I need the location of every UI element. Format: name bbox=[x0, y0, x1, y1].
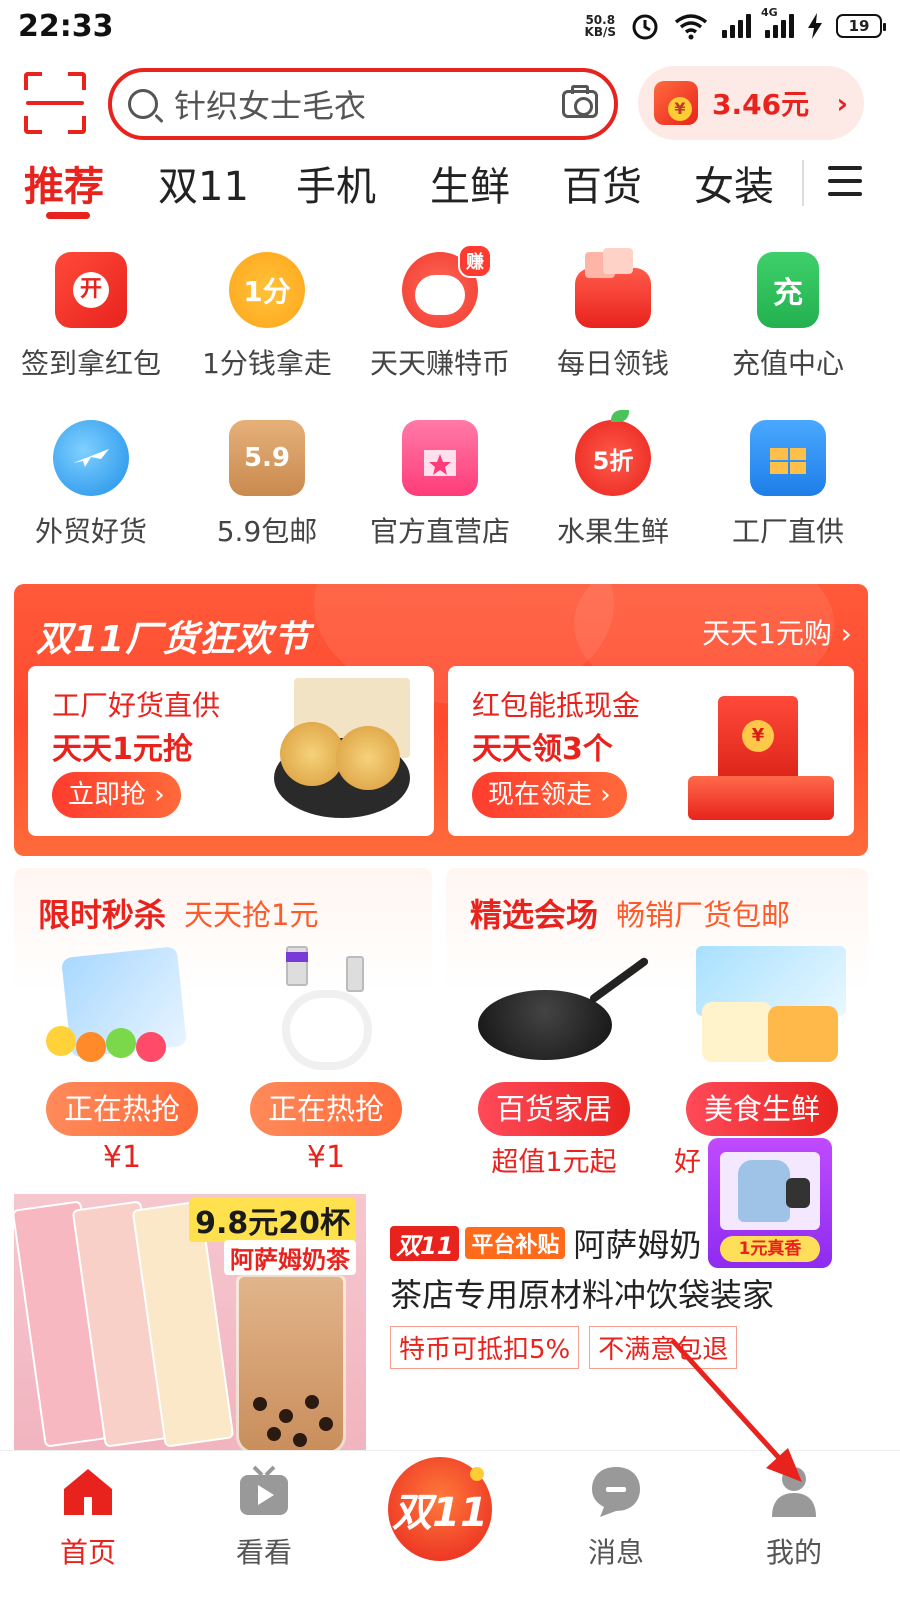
double11-banner[interactable]: 双11厂货狂欢节 天天1元购 › 工厂好货直供 天天1元抢 立即抢 › 红包能抵… bbox=[14, 584, 868, 856]
tab-phones[interactable]: 手机 bbox=[296, 154, 376, 212]
search-row: 针织女士毛衣 3.46元 › bbox=[0, 64, 900, 142]
flash-item-cable[interactable]: 正在热抢 ¥1 bbox=[228, 946, 424, 1175]
tab-recommend[interactable]: 推荐 bbox=[24, 154, 104, 212]
quick-item-daily-cash[interactable]: 每日领钱 bbox=[525, 248, 701, 382]
double11-center-button[interactable]: 双11 bbox=[388, 1457, 492, 1561]
claim-now-button[interactable]: 现在领走 › bbox=[472, 772, 627, 818]
floating-promo-label: 1元真香 bbox=[720, 1236, 820, 1262]
item-price: ¥1 bbox=[306, 1140, 346, 1175]
quick-item-5-9-shipping[interactable]: 5.9 5.9包邮 bbox=[179, 420, 355, 550]
nav-watch[interactable]: 看看 bbox=[204, 1463, 324, 1571]
quick-item-foreign-trade[interactable]: 外贸好货 bbox=[3, 420, 179, 550]
banner-more-link[interactable]: 天天1元购 › bbox=[702, 612, 852, 652]
clock: 22:33 bbox=[18, 8, 114, 44]
tv-play-icon bbox=[236, 1463, 292, 1519]
hot-grab-pill: 正在热抢 bbox=[45, 1082, 198, 1136]
tab-womens[interactable]: 女装 bbox=[694, 154, 774, 212]
milk-tea-product-image: 9.8元20杯 阿萨姆奶茶 bbox=[14, 1194, 366, 1456]
alarm-icon bbox=[632, 14, 658, 40]
coin-wallet-icon bbox=[654, 81, 698, 125]
promo-price-label: 9.8元20杯 bbox=[189, 1198, 356, 1242]
flash-sale-card[interactable]: 限时秒杀 天天抢1元 正在热抢 ¥1 正在热抢 ¥1 bbox=[14, 868, 432, 1180]
signal-4g-icon: 4G bbox=[761, 6, 794, 38]
wok-product-image bbox=[474, 946, 650, 1076]
category-pill: 美食生鲜 bbox=[685, 1082, 838, 1136]
hot-grab-pill: 正在热抢 bbox=[249, 1082, 402, 1136]
tab-general-goods[interactable]: 百货 bbox=[562, 154, 642, 212]
phone-recharge-icon: 充 bbox=[757, 252, 819, 328]
scan-icon[interactable] bbox=[24, 72, 86, 134]
signal-bars-icon bbox=[722, 14, 751, 38]
coin-balance-button[interactable]: 3.46元 › bbox=[638, 66, 864, 140]
category-pill: 百货家居 bbox=[477, 1082, 630, 1136]
menu-icon[interactable] bbox=[828, 166, 862, 198]
banner-card-factory[interactable]: 工厂好货直供 天天1元抢 立即抢 › bbox=[28, 666, 434, 836]
parcel-box-icon: 5.9 bbox=[229, 420, 305, 496]
benefit-tag: 特币可抵扣5% bbox=[390, 1326, 580, 1369]
promo-product-label: 阿萨姆奶茶 bbox=[224, 1240, 356, 1275]
network-speed: 50.8 KB/S bbox=[584, 13, 616, 39]
quick-item-earn-coins[interactable]: 赚 天天赚特币 bbox=[352, 244, 528, 382]
flash-item-jelly[interactable]: 正在热抢 ¥1 bbox=[24, 946, 220, 1175]
tab-fresh[interactable]: 生鲜 bbox=[430, 154, 510, 212]
tab-divider bbox=[802, 160, 804, 206]
factory-icon bbox=[750, 420, 826, 496]
category-tabs: 推荐 双11 手机 生鲜 百货 女装 bbox=[0, 150, 900, 220]
flash-sale-title: 限时秒杀 bbox=[38, 896, 167, 934]
annotation-arrow bbox=[670, 1338, 802, 1482]
product-title-line2: 茶店专用原材料冲饮袋装家 bbox=[390, 1276, 775, 1314]
quick-item-factory-direct[interactable]: 工厂直供 bbox=[700, 420, 876, 550]
hoodie-image bbox=[738, 1160, 790, 1222]
search-icon bbox=[128, 89, 158, 119]
double11-tag: 双11 bbox=[390, 1225, 460, 1261]
quick-item-recharge[interactable]: 充 充值中心 bbox=[700, 252, 876, 382]
home-icon bbox=[60, 1463, 116, 1519]
watch-image bbox=[786, 1178, 810, 1208]
search-placeholder: 针织女士毛衣 bbox=[174, 87, 367, 125]
lucky-cat-icon: 赚 bbox=[402, 244, 492, 328]
grab-now-button[interactable]: 立即抢 › bbox=[52, 772, 181, 818]
globe-plane-icon bbox=[53, 420, 129, 496]
banner-card-redpacket[interactable]: 红包能抵现金 天天领3个 现在领走 › ¥ bbox=[448, 666, 854, 836]
floating-promo-widget[interactable]: 1元真香 bbox=[708, 1138, 832, 1268]
banner-title: 双11厂货狂欢节 bbox=[36, 619, 311, 660]
charging-bolt-icon bbox=[808, 13, 822, 39]
ice-skin-cake-product-image bbox=[682, 946, 846, 1076]
nav-home[interactable]: 首页 bbox=[28, 1463, 148, 1571]
quick-item-checkin[interactable]: 开 签到拿红包 bbox=[3, 252, 179, 382]
tab-double11[interactable]: 双11 bbox=[158, 154, 249, 212]
red-packet-image: ¥ bbox=[688, 680, 838, 826]
message-bubble-icon bbox=[588, 1463, 644, 1519]
one-cent-coin-icon: 1分 bbox=[229, 252, 305, 328]
quick-item-fruit-fresh[interactable]: 5折 水果生鲜 bbox=[525, 410, 701, 550]
wifi-icon bbox=[674, 14, 708, 40]
flash-sale-subtitle: 天天抢1元 bbox=[184, 898, 319, 932]
active-tab-indicator bbox=[46, 212, 90, 219]
selected-venue-subtitle: 畅销厂货包邮 bbox=[616, 898, 791, 932]
apple-icon: 5折 bbox=[575, 410, 651, 496]
quick-item-one-cent[interactable]: 1分 1分钱拿走 bbox=[179, 252, 355, 382]
status-icons: 50.8 KB/S 4G 19 bbox=[584, 6, 886, 41]
jelly-product-image bbox=[42, 946, 202, 1076]
product-title-line1: 双11 平台补贴 阿萨姆奶 bbox=[390, 1220, 701, 1266]
wallet-icon bbox=[575, 248, 651, 328]
camera-icon[interactable] bbox=[562, 85, 598, 118]
quick-item-official-store[interactable]: 官方直营店 bbox=[352, 420, 528, 550]
milk-tea-cup bbox=[236, 1274, 346, 1454]
usb-cable-product-image bbox=[246, 946, 406, 1076]
item-price: ¥1 bbox=[102, 1140, 142, 1175]
storefront-icon bbox=[402, 420, 478, 496]
egg-tart-product-image bbox=[274, 678, 414, 824]
battery-icon: 19 bbox=[836, 14, 886, 38]
item-subtext: 超值1元起 bbox=[491, 1147, 617, 1178]
chevron-right-icon: › bbox=[836, 86, 848, 120]
calendar-redpacket-icon: 开 bbox=[55, 252, 127, 328]
selected-venue-card[interactable]: 精选会场 畅销厂货包邮 百货家居 超值1元起 美食生鲜 好 bbox=[446, 868, 868, 1180]
selected-venue-title: 精选会场 bbox=[470, 896, 599, 934]
subsidy-tag: 平台补贴 bbox=[465, 1227, 566, 1259]
coin-amount: 3.46元 bbox=[712, 88, 810, 121]
status-bar: 22:33 50.8 KB/S 4G 19 bbox=[0, 0, 900, 52]
search-input[interactable]: 针织女士毛衣 bbox=[108, 68, 618, 140]
venue-item-home[interactable]: 百货家居 超值1元起 bbox=[456, 946, 652, 1179]
